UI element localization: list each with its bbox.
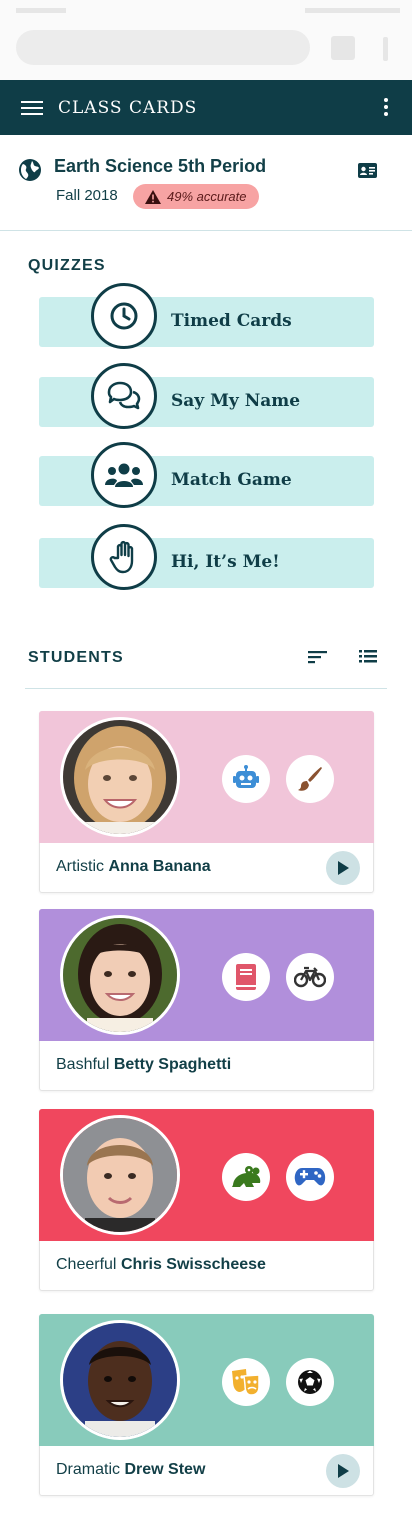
interest-badge [222, 1153, 270, 1201]
book-icon [236, 964, 256, 990]
paintbrush-icon [298, 767, 322, 791]
class-term: Fall 2018 [56, 187, 118, 204]
interest-badge [222, 953, 270, 1001]
quizzes-heading: QUIZZES [28, 257, 106, 274]
interest-badge [222, 1358, 270, 1406]
address-bar[interactable] [16, 30, 310, 65]
raised-hand-icon [109, 540, 134, 574]
quiz-icon-circle [91, 524, 157, 590]
quiz-timed-cards[interactable]: Timed Cards [39, 283, 374, 349]
quiz-icon-circle [91, 283, 157, 349]
app-title: CLASS CARDS [58, 97, 198, 118]
student-banner [39, 1109, 374, 1241]
play-button[interactable] [326, 851, 360, 885]
student-name: Artistic Anna Banana [56, 858, 211, 875]
soccer-ball-icon [298, 1370, 322, 1394]
student-photo [60, 717, 180, 837]
speech-bubbles-icon [107, 381, 141, 410]
student-card-drew-stew[interactable]: Dramatic Drew Stew [39, 1314, 374, 1496]
quiz-label: Say My Name [171, 391, 301, 411]
quiz-say-my-name[interactable]: Say My Name [39, 363, 374, 429]
accuracy-text: 49% accurate [167, 189, 247, 204]
robot-icon [233, 765, 259, 788]
interest-badge [222, 755, 270, 803]
browser-chrome [0, 0, 412, 80]
student-name: Bashful Betty Spaghetti [56, 1056, 232, 1073]
quiz-label: Match Game [171, 470, 292, 490]
interest-badge [286, 1358, 334, 1406]
status-bar-right [305, 8, 400, 13]
interest-badge [286, 755, 334, 803]
student-photo [60, 1115, 180, 1235]
globe-icon [19, 159, 41, 181]
interest-badge [286, 1153, 334, 1201]
tabs-button[interactable] [331, 36, 355, 60]
app-bar: CLASS CARDS [0, 80, 412, 135]
quiz-label: Hi, It’s Me! [171, 552, 280, 572]
play-button[interactable] [326, 1454, 360, 1488]
student-card-betty-spaghetti[interactable]: Bashful Betty Spaghetti [39, 909, 374, 1091]
student-banner [39, 909, 374, 1041]
accuracy-badge: 49% accurate [133, 184, 259, 209]
overflow-menu-icon[interactable] [384, 98, 388, 119]
student-banner [39, 711, 374, 843]
browser-menu-button[interactable] [383, 37, 388, 61]
quiz-label: Timed Cards [171, 311, 292, 331]
gamepad-icon [294, 1168, 326, 1186]
interest-badge [286, 953, 334, 1001]
students-heading: STUDENTS [28, 649, 124, 666]
bicycle-icon [294, 966, 326, 988]
frog-icon [232, 1166, 261, 1187]
quiz-match-game[interactable]: Match Game [39, 442, 374, 508]
quiz-icon-circle [91, 363, 157, 429]
class-header: Earth Science 5th Period Fall 2018 49% a… [0, 136, 412, 231]
student-name: Dramatic Drew Stew [56, 1461, 206, 1478]
student-card-chris-swisscheese[interactable]: Cheerful Chris Swisscheese [39, 1109, 374, 1291]
warning-icon [145, 189, 161, 204]
play-icon [338, 861, 349, 875]
people-group-icon [105, 463, 143, 487]
play-icon [338, 1464, 349, 1478]
student-name: Cheerful Chris Swisscheese [56, 1256, 266, 1273]
student-photo [60, 915, 180, 1035]
class-name: Earth Science 5th Period [54, 156, 267, 176]
student-banner [39, 1314, 374, 1446]
divider [25, 688, 387, 689]
quiz-hi-its-me[interactable]: Hi, It’s Me! [39, 524, 374, 590]
quiz-icon-circle [91, 442, 157, 508]
list-view-icon[interactable] [359, 648, 379, 664]
clock-icon [110, 302, 138, 330]
hamburger-menu-icon[interactable] [21, 97, 43, 119]
student-photo [60, 1320, 180, 1440]
sort-icon[interactable] [308, 649, 328, 665]
theater-masks-icon [232, 1369, 260, 1396]
student-card-anna-banana[interactable]: Artistic Anna Banana [39, 711, 374, 893]
id-card-icon[interactable] [358, 163, 377, 178]
status-bar-left [16, 8, 66, 13]
